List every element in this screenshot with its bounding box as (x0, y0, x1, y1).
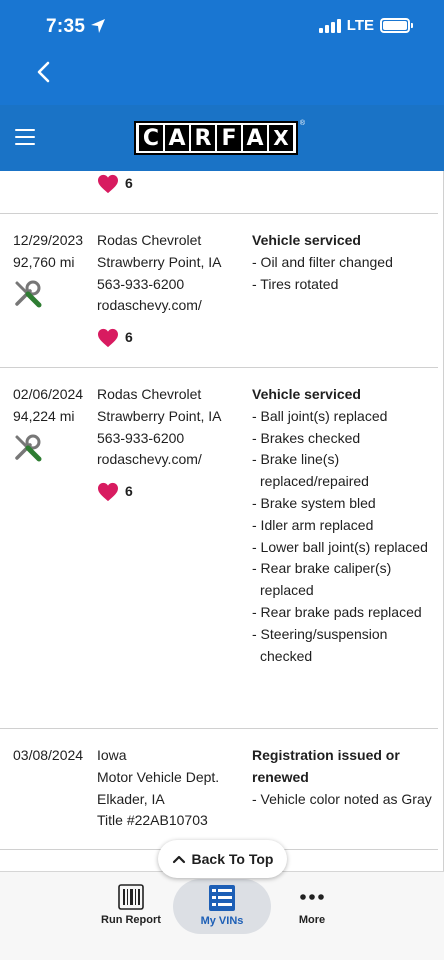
comment-item: - Vehicle color noted as Gray (252, 790, 432, 807)
barcode-icon (118, 884, 144, 910)
back-to-top-button[interactable]: Back To Top (158, 840, 287, 878)
back-to-top-label: Back To Top (191, 851, 274, 867)
likes[interactable]: 6 (97, 481, 247, 503)
comment-item: - Brake line(s) replaced/repaired (252, 451, 369, 490)
tab-run-report[interactable]: Run Report (96, 872, 166, 938)
likes-count: 6 (125, 483, 133, 500)
service-tools-icon (15, 434, 42, 462)
chevron-up-icon (172, 855, 185, 864)
source-name: Iowa (97, 747, 127, 763)
logo-letter: R (191, 125, 215, 151)
comment-item: - Rear brake caliper(s) replaced (252, 560, 392, 599)
logo-letter: A (165, 125, 189, 151)
source-location: Strawberry Point, IA (97, 407, 222, 424)
tab-label: More (298, 914, 326, 926)
signal-icon (318, 18, 341, 33)
record-date: 03/08/2024 (13, 747, 84, 763)
heart-icon (98, 328, 118, 348)
likes[interactable]: 6 (97, 327, 247, 349)
history-record: 6 (0, 171, 438, 214)
history-list[interactable]: 6 12/29/2023 92,760 mi Rodas Chevrolet S… (0, 171, 444, 871)
tab-label: Run Report (101, 914, 161, 926)
vin-list-icon (209, 885, 235, 911)
likes-count: 6 (125, 329, 133, 346)
logo-letter: A (243, 125, 267, 151)
source-location: Elkader, IA (97, 790, 165, 807)
source-department: Motor Vehicle Dept. (97, 768, 220, 785)
status-time: 7:35 (46, 16, 86, 37)
history-record: 12/29/2023 92,760 mi Rodas Chevrolet Str… (0, 214, 438, 368)
logo-letter: C (139, 125, 163, 151)
record-date: 02/06/2024 (13, 386, 84, 402)
heart-icon (98, 482, 118, 502)
service-tools-icon (15, 280, 42, 308)
likes[interactable]: 6 (97, 173, 247, 195)
source-title-number: Title #22AB10703 (97, 812, 208, 829)
source-name: Rodas Chevrolet (97, 232, 202, 248)
back-button[interactable] (30, 58, 58, 86)
source-phone[interactable]: 563-933-6200 (97, 428, 247, 450)
likes-count: 6 (125, 175, 133, 191)
location-arrow-icon (91, 19, 105, 33)
tab-more[interactable]: More (278, 872, 346, 938)
record-mileage: 92,760 mi (13, 253, 75, 270)
source-website[interactable]: rodaschevy.com/ (97, 295, 247, 317)
comment-item: - Rear brake pads replaced (252, 603, 422, 620)
tab-my-vins[interactable]: My VINs (173, 879, 271, 934)
source-phone[interactable]: 563-933-6200 (97, 274, 247, 296)
comment-heading: Vehicle serviced (252, 386, 361, 402)
comment-item: - Tires rotated (252, 275, 339, 292)
network-label: LTE (346, 17, 374, 34)
comment-item: - Idler arm replaced (252, 516, 374, 533)
logo-letter: X (269, 125, 293, 151)
comment-item: - Oil and filter changed (252, 253, 393, 270)
heart-icon (98, 174, 118, 193)
status-indicators: LTE (318, 17, 413, 34)
tab-bar: Run Report My VINs More (0, 871, 444, 960)
comment-item: - Brakes checked (252, 429, 361, 446)
comment-item: - Brake system bled (252, 494, 376, 511)
logo-letter: F (217, 125, 241, 151)
comment-item: - Steering/suspension checked (252, 625, 388, 664)
app-bar: C A R F A X ® (0, 105, 444, 171)
registered-mark: ® (299, 120, 305, 127)
history-record: 02/06/2024 94,224 mi Rodas Chevrolet Str… (0, 368, 438, 729)
comment-item: - Lower ball joint(s) replaced (252, 538, 428, 555)
comment-heading: Vehicle serviced (252, 232, 361, 248)
more-dots-icon (300, 894, 324, 900)
record-date: 12/29/2023 (13, 232, 84, 248)
source-name: Rodas Chevrolet (97, 386, 202, 402)
history-record: 03/08/2024 Iowa Motor Vehicle Dept. Elka… (0, 729, 438, 850)
header: 7:35 LTE (0, 0, 444, 105)
carfax-logo: C A R F A X ® (134, 120, 305, 155)
source-location: Strawberry Point, IA (97, 253, 222, 270)
hamburger-menu-icon[interactable] (15, 129, 35, 145)
tab-label: My VINs (200, 915, 244, 927)
comment-heading: Registration issued or renewed (252, 747, 400, 785)
source-website[interactable]: rodaschevy.com/ (97, 449, 247, 471)
battery-icon (380, 18, 413, 33)
record-mileage: 94,224 mi (13, 407, 75, 424)
comment-item: - Ball joint(s) replaced (252, 407, 388, 424)
